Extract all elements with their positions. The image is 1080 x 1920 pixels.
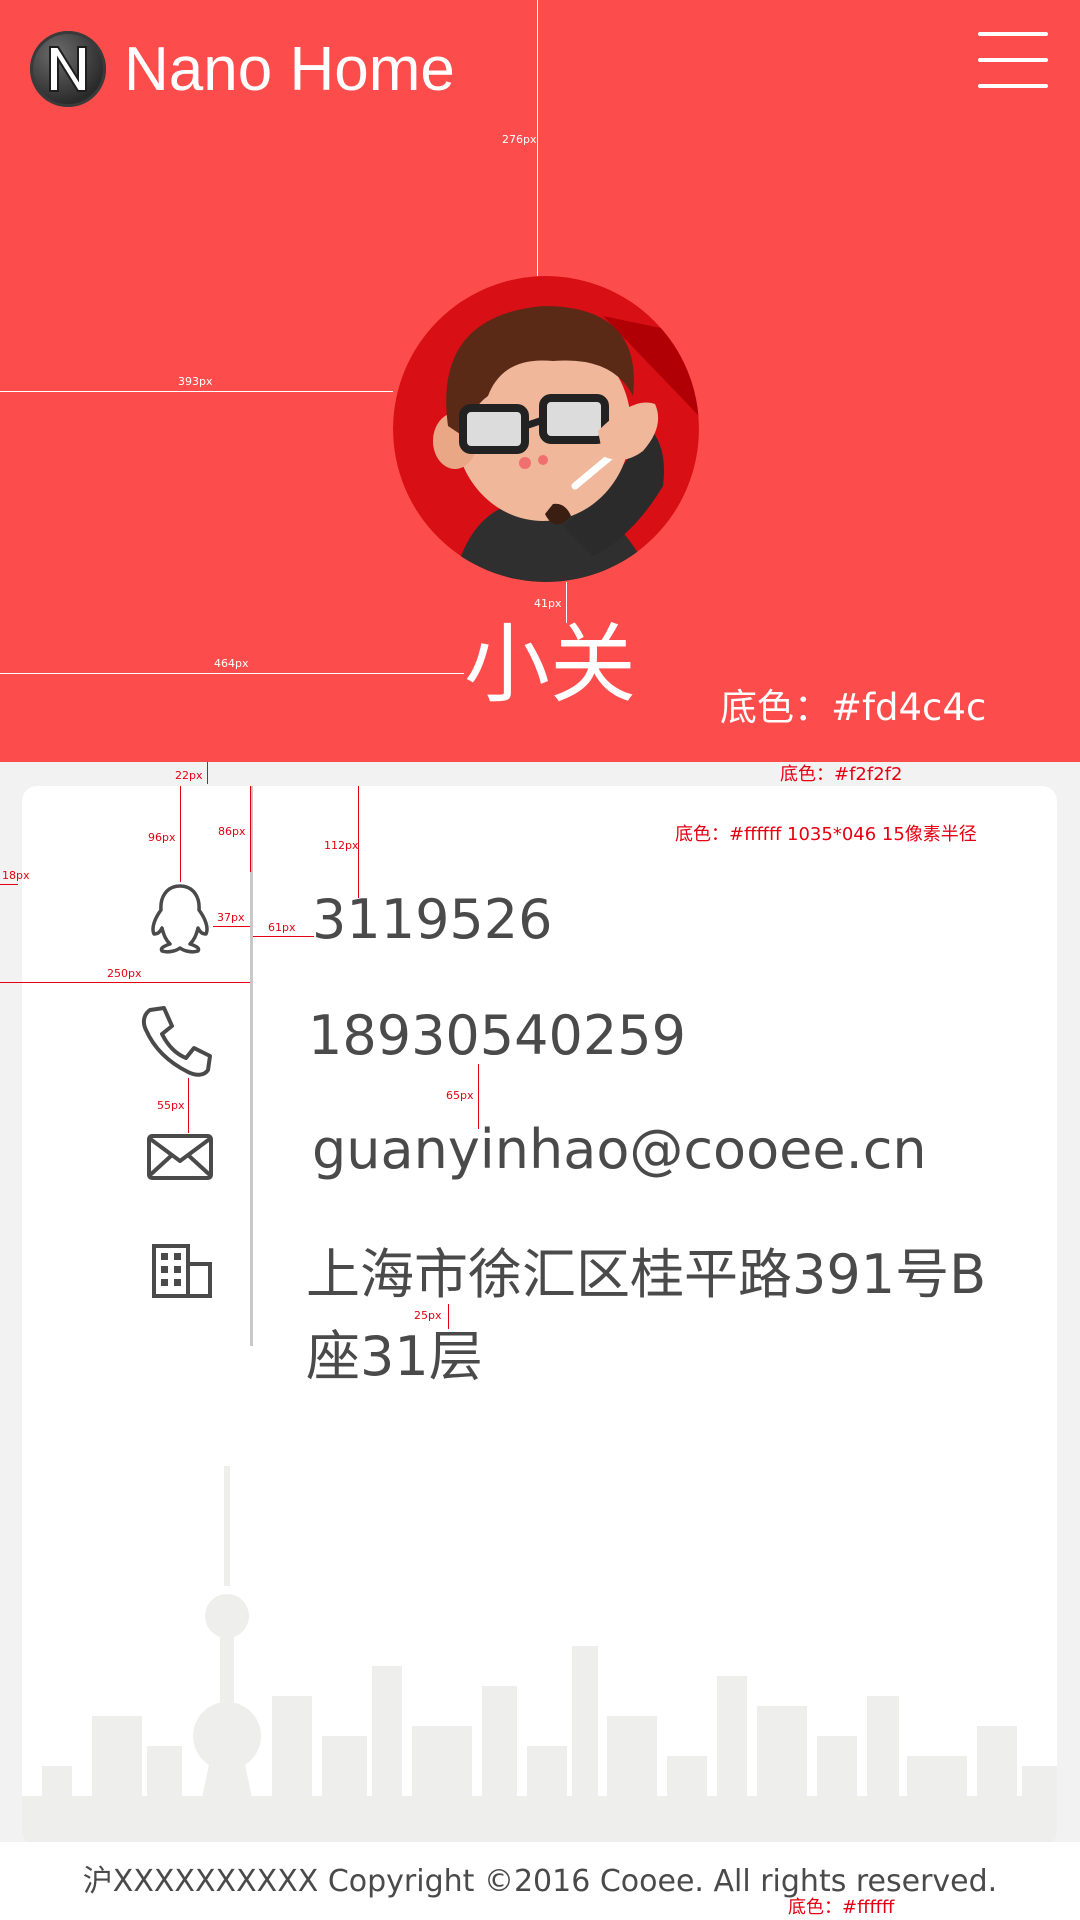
app-title: Nano Home — [124, 35, 455, 104]
hamburger-menu-icon — [978, 32, 1048, 36]
building-icon — [150, 1242, 214, 1304]
guide-line — [250, 786, 251, 872]
qq-number[interactable]: 3119526 — [312, 888, 553, 952]
guide-line — [207, 762, 208, 784]
address[interactable]: 上海市徐汇区桂平路391号B座31层 — [306, 1234, 1006, 1398]
measurement-label: 96px — [148, 831, 176, 844]
guide-line — [0, 982, 250, 983]
measurement-label: 55px — [157, 1099, 185, 1112]
measurement-label: 250px — [107, 967, 142, 980]
header-bg-annotation: 底色：#fd4c4c — [720, 686, 987, 729]
cartoon-avatar — [393, 276, 699, 582]
measurement-label: 464px — [214, 657, 249, 670]
card-spec-annotation: 底色：#ffffff 1035*046 15像素半径 — [675, 824, 977, 845]
measurement-label: 65px — [446, 1089, 474, 1102]
footer-bg-annotation: 底色：#ffffff — [788, 1897, 895, 1918]
footer: 沪XXXXXXXXXX Copyright ©2016 Cooee. All r… — [0, 1842, 1080, 1920]
measurement-label: 18px — [2, 869, 30, 882]
guide-line — [537, 0, 538, 276]
measurement-label: 41px — [534, 597, 562, 610]
measurement-label: 22px — [175, 769, 203, 782]
guide-line — [0, 391, 393, 392]
n-logo-icon — [30, 31, 106, 107]
shanghai-skyline-illustration — [22, 1466, 1057, 1846]
measurement-label: 86px — [218, 825, 246, 838]
guide-line — [180, 786, 181, 882]
avatar — [393, 276, 699, 582]
profile-header: Nano Home 小关 底色：#fd4c4c 276px 393px 41px… — [0, 0, 1080, 762]
guide-line — [0, 673, 464, 674]
copyright-text: 沪XXXXXXXXXX Copyright ©2016 Cooee. All r… — [82, 1864, 998, 1899]
mail-icon — [146, 1133, 214, 1185]
guide-line — [188, 1078, 189, 1133]
measurement-label: 61px — [268, 921, 296, 934]
guide-line — [213, 926, 250, 927]
measurement-label: 37px — [217, 911, 245, 924]
phone-number[interactable]: 18930540259 — [308, 1004, 686, 1068]
measurement-label: 393px — [178, 375, 213, 388]
measurement-label: 276px — [502, 133, 537, 146]
guide-line — [253, 936, 314, 937]
guide-line — [0, 884, 18, 885]
email-address[interactable]: guanyinhao@cooee.cn — [312, 1118, 927, 1182]
phone-icon — [140, 1004, 214, 1082]
measurement-label: 112px — [324, 839, 359, 852]
page-bg-annotation: 底色：#f2f2f2 — [780, 764, 903, 785]
qq-penguin-icon — [146, 882, 214, 958]
person-name: 小关 — [464, 615, 636, 715]
menu-button[interactable] — [978, 32, 1048, 88]
guide-line — [566, 582, 567, 623]
